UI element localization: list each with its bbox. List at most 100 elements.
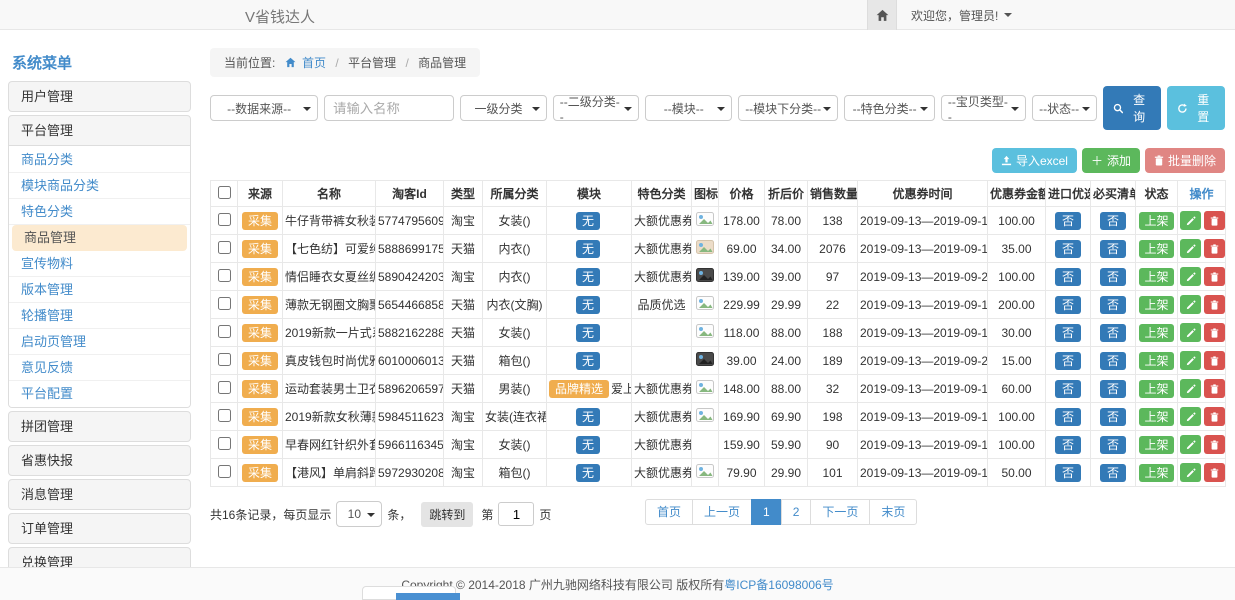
pager-button[interactable]: 下一页 <box>810 499 870 525</box>
add-button[interactable]: ＋ 添加 <box>1082 148 1140 173</box>
status-toggle[interactable]: 上架 <box>1139 408 1173 426</box>
import-excel-button[interactable]: 导入excel <box>992 148 1077 173</box>
import-select-toggle[interactable]: 否 <box>1055 296 1081 314</box>
status-toggle[interactable]: 上架 <box>1139 464 1173 482</box>
import-select-toggle[interactable]: 否 <box>1055 212 1081 230</box>
delete-button[interactable] <box>1204 267 1225 286</box>
status-toggle[interactable]: 上架 <box>1139 352 1173 370</box>
sidebar-subitem[interactable]: 意见反馈 <box>9 355 190 381</box>
pager-button[interactable]: 2 <box>781 499 812 525</box>
sidebar-group-label[interactable]: 平台管理 <box>9 116 190 145</box>
must-buy-toggle[interactable]: 否 <box>1100 324 1126 342</box>
edit-button[interactable] <box>1180 211 1201 230</box>
delete-button[interactable] <box>1204 463 1225 482</box>
select-all-checkbox[interactable] <box>218 186 231 199</box>
pager-button[interactable]: 1 <box>751 499 782 525</box>
filter-module-subcategory-select[interactable]: --模块下分类-- <box>738 95 838 121</box>
row-checkbox[interactable] <box>218 297 231 310</box>
edit-button[interactable] <box>1180 239 1201 258</box>
must-buy-toggle[interactable]: 否 <box>1100 296 1126 314</box>
row-checkbox[interactable] <box>218 325 231 338</box>
sidebar-subitem[interactable]: 模块商品分类 <box>9 173 190 199</box>
name-search-input[interactable] <box>324 95 454 121</box>
row-checkbox[interactable] <box>218 213 231 226</box>
must-buy-toggle[interactable]: 否 <box>1100 380 1126 398</box>
status-toggle[interactable]: 上架 <box>1139 436 1173 454</box>
filter-item-type-select[interactable]: --宝贝类型-- <box>941 95 1026 121</box>
reset-button[interactable]: 重置 <box>1167 86 1225 130</box>
search-button[interactable]: 查询 <box>1103 86 1161 130</box>
status-toggle[interactable]: 上架 <box>1139 240 1173 258</box>
row-checkbox[interactable] <box>218 241 231 254</box>
edit-button[interactable] <box>1180 379 1201 398</box>
status-toggle[interactable]: 上架 <box>1139 268 1173 286</box>
sidebar-subitem[interactable]: 版本管理 <box>9 277 190 303</box>
import-select-toggle[interactable]: 否 <box>1055 268 1081 286</box>
delete-button[interactable] <box>1204 295 1225 314</box>
edit-button[interactable] <box>1180 323 1201 342</box>
edit-button[interactable] <box>1180 351 1201 370</box>
must-buy-toggle[interactable]: 否 <box>1100 268 1126 286</box>
must-buy-toggle[interactable]: 否 <box>1100 352 1126 370</box>
edit-button[interactable] <box>1180 435 1201 454</box>
status-toggle[interactable]: 上架 <box>1139 380 1173 398</box>
status-toggle[interactable]: 上架 <box>1139 296 1173 314</box>
sidebar-subitem[interactable]: 商品管理 <box>12 225 187 251</box>
filter-data-source-select[interactable]: --数据来源-- <box>210 95 318 121</box>
import-select-toggle[interactable]: 否 <box>1055 380 1081 398</box>
breadcrumb-home-link[interactable]: 首页 <box>302 56 326 70</box>
row-checkbox[interactable] <box>218 465 231 478</box>
import-select-toggle[interactable]: 否 <box>1055 240 1081 258</box>
filter-status-select[interactable]: --状态-- <box>1032 95 1097 121</box>
pager-button[interactable]: 首页 <box>645 499 693 525</box>
must-buy-toggle[interactable]: 否 <box>1100 436 1126 454</box>
import-select-toggle[interactable]: 否 <box>1055 464 1081 482</box>
sidebar-group-label[interactable]: 订单管理 <box>9 514 190 543</box>
sidebar-subitem[interactable]: 平台配置 <box>9 381 190 406</box>
filter-feature-category-select[interactable]: --特色分类-- <box>844 95 935 121</box>
delete-button[interactable] <box>1204 407 1225 426</box>
edit-button[interactable] <box>1180 267 1201 286</box>
row-checkbox[interactable] <box>218 381 231 394</box>
sidebar-subitem[interactable]: 启动页管理 <box>9 329 190 355</box>
import-select-toggle[interactable]: 否 <box>1055 408 1081 426</box>
delete-button[interactable] <box>1204 351 1225 370</box>
row-checkbox[interactable] <box>218 353 231 366</box>
icp-link[interactable]: 粤ICP备16098006号 <box>724 576 833 593</box>
sidebar-group-label[interactable]: 消息管理 <box>9 480 190 509</box>
home-button[interactable] <box>867 0 897 30</box>
delete-button[interactable] <box>1204 379 1225 398</box>
user-menu[interactable]: 欢迎您，管理员! <box>911 7 1012 24</box>
delete-button[interactable] <box>1204 323 1225 342</box>
filter-module-select[interactable]: --模块-- <box>645 95 732 121</box>
import-select-toggle[interactable]: 否 <box>1055 352 1081 370</box>
import-select-toggle[interactable]: 否 <box>1055 436 1081 454</box>
sidebar-subitem[interactable]: 特色分类 <box>9 199 190 225</box>
must-buy-toggle[interactable]: 否 <box>1100 212 1126 230</box>
status-toggle[interactable]: 上架 <box>1139 324 1173 342</box>
sidebar-subitem[interactable]: 轮播管理 <box>9 303 190 329</box>
import-select-toggle[interactable]: 否 <box>1055 324 1081 342</box>
must-buy-toggle[interactable]: 否 <box>1100 464 1126 482</box>
batch-delete-button[interactable]: 批量删除 <box>1145 148 1225 173</box>
must-buy-toggle[interactable]: 否 <box>1100 408 1126 426</box>
edit-button[interactable] <box>1180 407 1201 426</box>
sidebar-group-label[interactable]: 用户管理 <box>9 82 190 111</box>
delete-button[interactable] <box>1204 239 1225 258</box>
status-toggle[interactable]: 上架 <box>1139 212 1173 230</box>
sidebar-group-label[interactable]: 省惠快报 <box>9 446 190 475</box>
filter-level2-category-select[interactable]: --二级分类-- <box>553 95 640 121</box>
edit-button[interactable] <box>1180 463 1201 482</box>
filter-level1-category-select[interactable]: 一级分类 <box>460 95 547 121</box>
sidebar-subitem[interactable]: 宣传物料 <box>9 251 190 277</box>
row-checkbox[interactable] <box>218 437 231 450</box>
delete-button[interactable] <box>1204 211 1225 230</box>
row-checkbox[interactable] <box>218 269 231 282</box>
delete-button[interactable] <box>1204 435 1225 454</box>
jump-button[interactable]: 跳转到 <box>421 502 473 527</box>
pager-button[interactable]: 末页 <box>869 499 917 525</box>
row-checkbox[interactable] <box>218 409 231 422</box>
sidebar-subitem[interactable]: 商品分类 <box>9 147 190 173</box>
page-number-input[interactable] <box>498 502 534 526</box>
pager-button[interactable]: 上一页 <box>692 499 752 525</box>
